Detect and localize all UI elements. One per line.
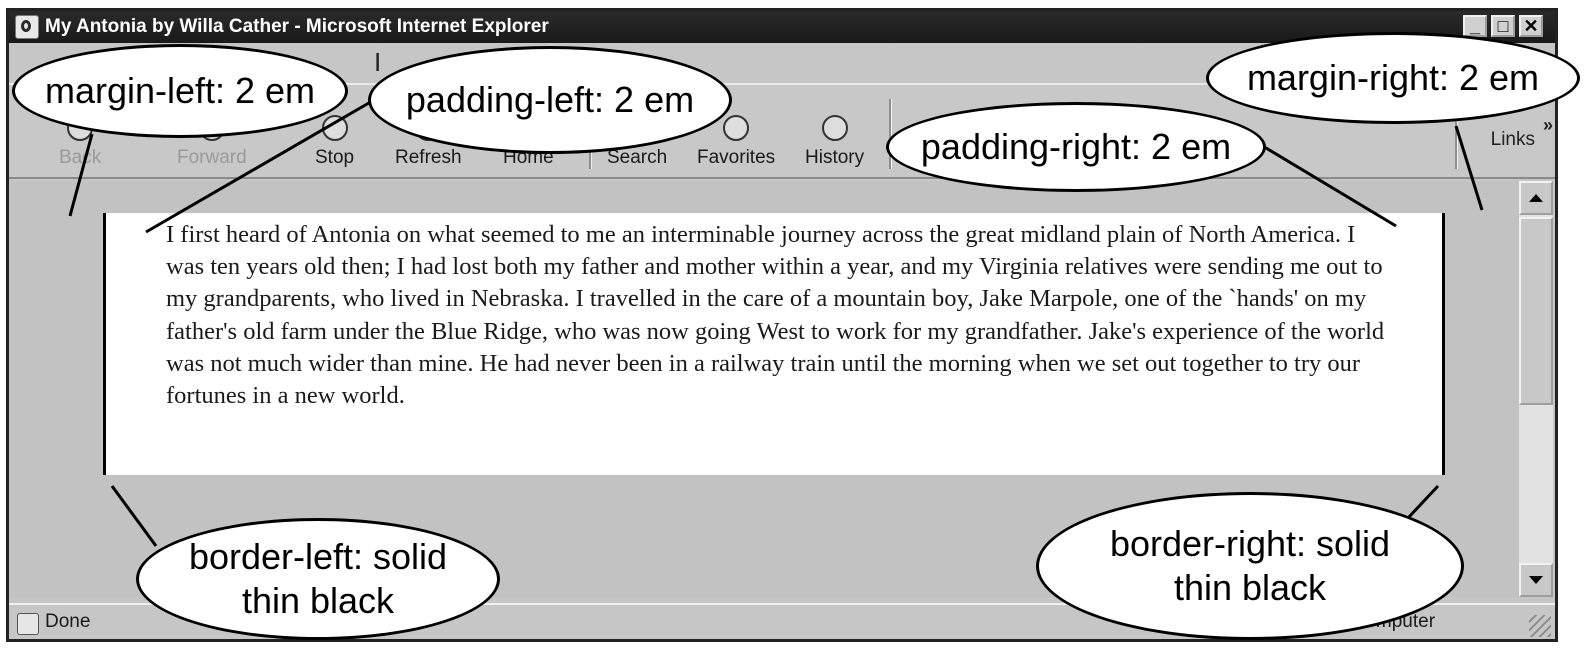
leader-margin-right	[1454, 125, 1484, 211]
callout-padding-left: padding-left: 2 em	[368, 46, 732, 154]
callout-border-left: border-left: solid thin black	[136, 518, 500, 640]
leader-margin-left	[68, 133, 94, 217]
leader-border-left	[110, 485, 158, 547]
callout-margin-right: margin-right: 2 em	[1206, 32, 1580, 124]
leader-border-right	[1406, 484, 1440, 520]
callout-border-right: border-right: solid thin black	[1036, 492, 1464, 640]
leader-padding-right	[1255, 140, 1397, 228]
callout-padding-right: padding-right: 2 em	[886, 102, 1266, 192]
callout-margin-left: margin-left: 2 em	[12, 44, 348, 138]
